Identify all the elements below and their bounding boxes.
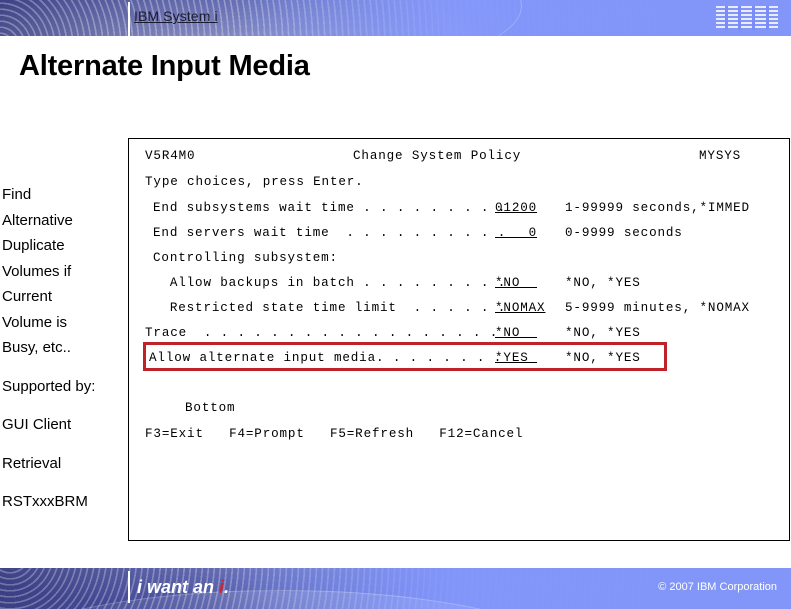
field-label-end-subsystems-wait-time: End subsystems wait time . . . . . . . .… xyxy=(153,201,507,215)
terminal-screen[interactable]: V5R4M0 Change System Policy MYSYS Type c… xyxy=(128,138,790,541)
banner-sheen-arc xyxy=(0,0,522,36)
top-banner: IBM System i xyxy=(0,0,791,36)
ibm-logo xyxy=(716,6,778,30)
field-label-restricted-state-time-limit: Restricted state time limit . . . . . . xyxy=(153,301,507,315)
brand-label: IBM System i xyxy=(134,8,218,24)
copyright-notice: © 2007 IBM Corporation xyxy=(658,581,777,593)
brand-divider xyxy=(128,2,130,36)
field-value-allow-backups-in-batch[interactable]: *NO xyxy=(495,276,537,291)
footer-tagline-prefix: i want an xyxy=(137,577,220,597)
field-label-allow-backups-in-batch: Allow backups in batch . . . . . . . . . xyxy=(153,276,507,290)
field-help-end-subsystems-wait-time: 1-99999 seconds,*IMMED xyxy=(565,201,750,215)
field-help-allow-backups-in-batch: *NO, *YES xyxy=(565,276,641,290)
field-help-restricted-state-time-limit: 5-9999 minutes, *NOMAX xyxy=(565,301,750,315)
field-help-end-servers-wait-time: 0-9999 seconds xyxy=(565,226,683,240)
terminal-instruction: Type choices, press Enter. xyxy=(145,175,364,189)
sidebar-item-gui-client: GUI Client xyxy=(2,416,72,433)
position-indicator: Bottom xyxy=(185,401,236,415)
field-group-controlling-subsystem: Controlling subsystem: xyxy=(153,251,338,265)
sidebar-item-description: Find Alternative Duplicate Volumes if Cu… xyxy=(2,186,73,356)
sidebar-item-supported-by: Supported by: xyxy=(2,377,96,395)
footer-divider xyxy=(128,571,130,603)
terminal-system-name: MYSYS xyxy=(699,149,742,163)
field-label-allow-alternate-input-media: Allow alternate input media. . . . . . .… xyxy=(149,351,503,365)
footer-sheen-arc xyxy=(0,590,592,609)
field-help-allow-alternate-input-media: *NO, *YES xyxy=(565,351,641,365)
field-value-end-servers-wait-time[interactable]: 0 xyxy=(495,226,537,241)
field-help-trace: *NO, *YES xyxy=(565,326,641,340)
bottom-banner: i want an i. © 2007 IBM Corporation xyxy=(0,568,791,609)
field-label-trace: Trace . . . . . . . . . . . . . . . . . … xyxy=(145,326,499,340)
field-value-trace[interactable]: *NO xyxy=(495,326,537,341)
footer-tagline-suffix: . xyxy=(224,577,230,597)
sidebar-item-retrieval: Retrieval xyxy=(2,454,62,472)
sidebar: Find Alternative Duplicate Volumes if Cu… xyxy=(0,182,126,515)
field-value-allow-alternate-input-media[interactable]: *YES xyxy=(495,351,537,366)
page-title: Alternate Input Media xyxy=(19,50,310,82)
field-value-end-subsystems-wait-time[interactable]: 01200 xyxy=(495,201,537,216)
terminal-screen-title: Change System Policy xyxy=(353,149,522,163)
field-value-restricted-state-time-limit[interactable]: *NOMAX xyxy=(495,301,545,316)
field-label-end-servers-wait-time: End servers wait time . . . . . . . . . … xyxy=(153,226,507,240)
sidebar-item-rstxxxbrm: RSTxxxBRM xyxy=(2,493,88,510)
footer-tagline: i want an i. xyxy=(137,577,229,598)
function-key-bar[interactable]: F3=Exit F4=Prompt F5=Refresh F12=Cancel xyxy=(145,427,523,442)
terminal-version: V5R4M0 xyxy=(145,149,196,163)
